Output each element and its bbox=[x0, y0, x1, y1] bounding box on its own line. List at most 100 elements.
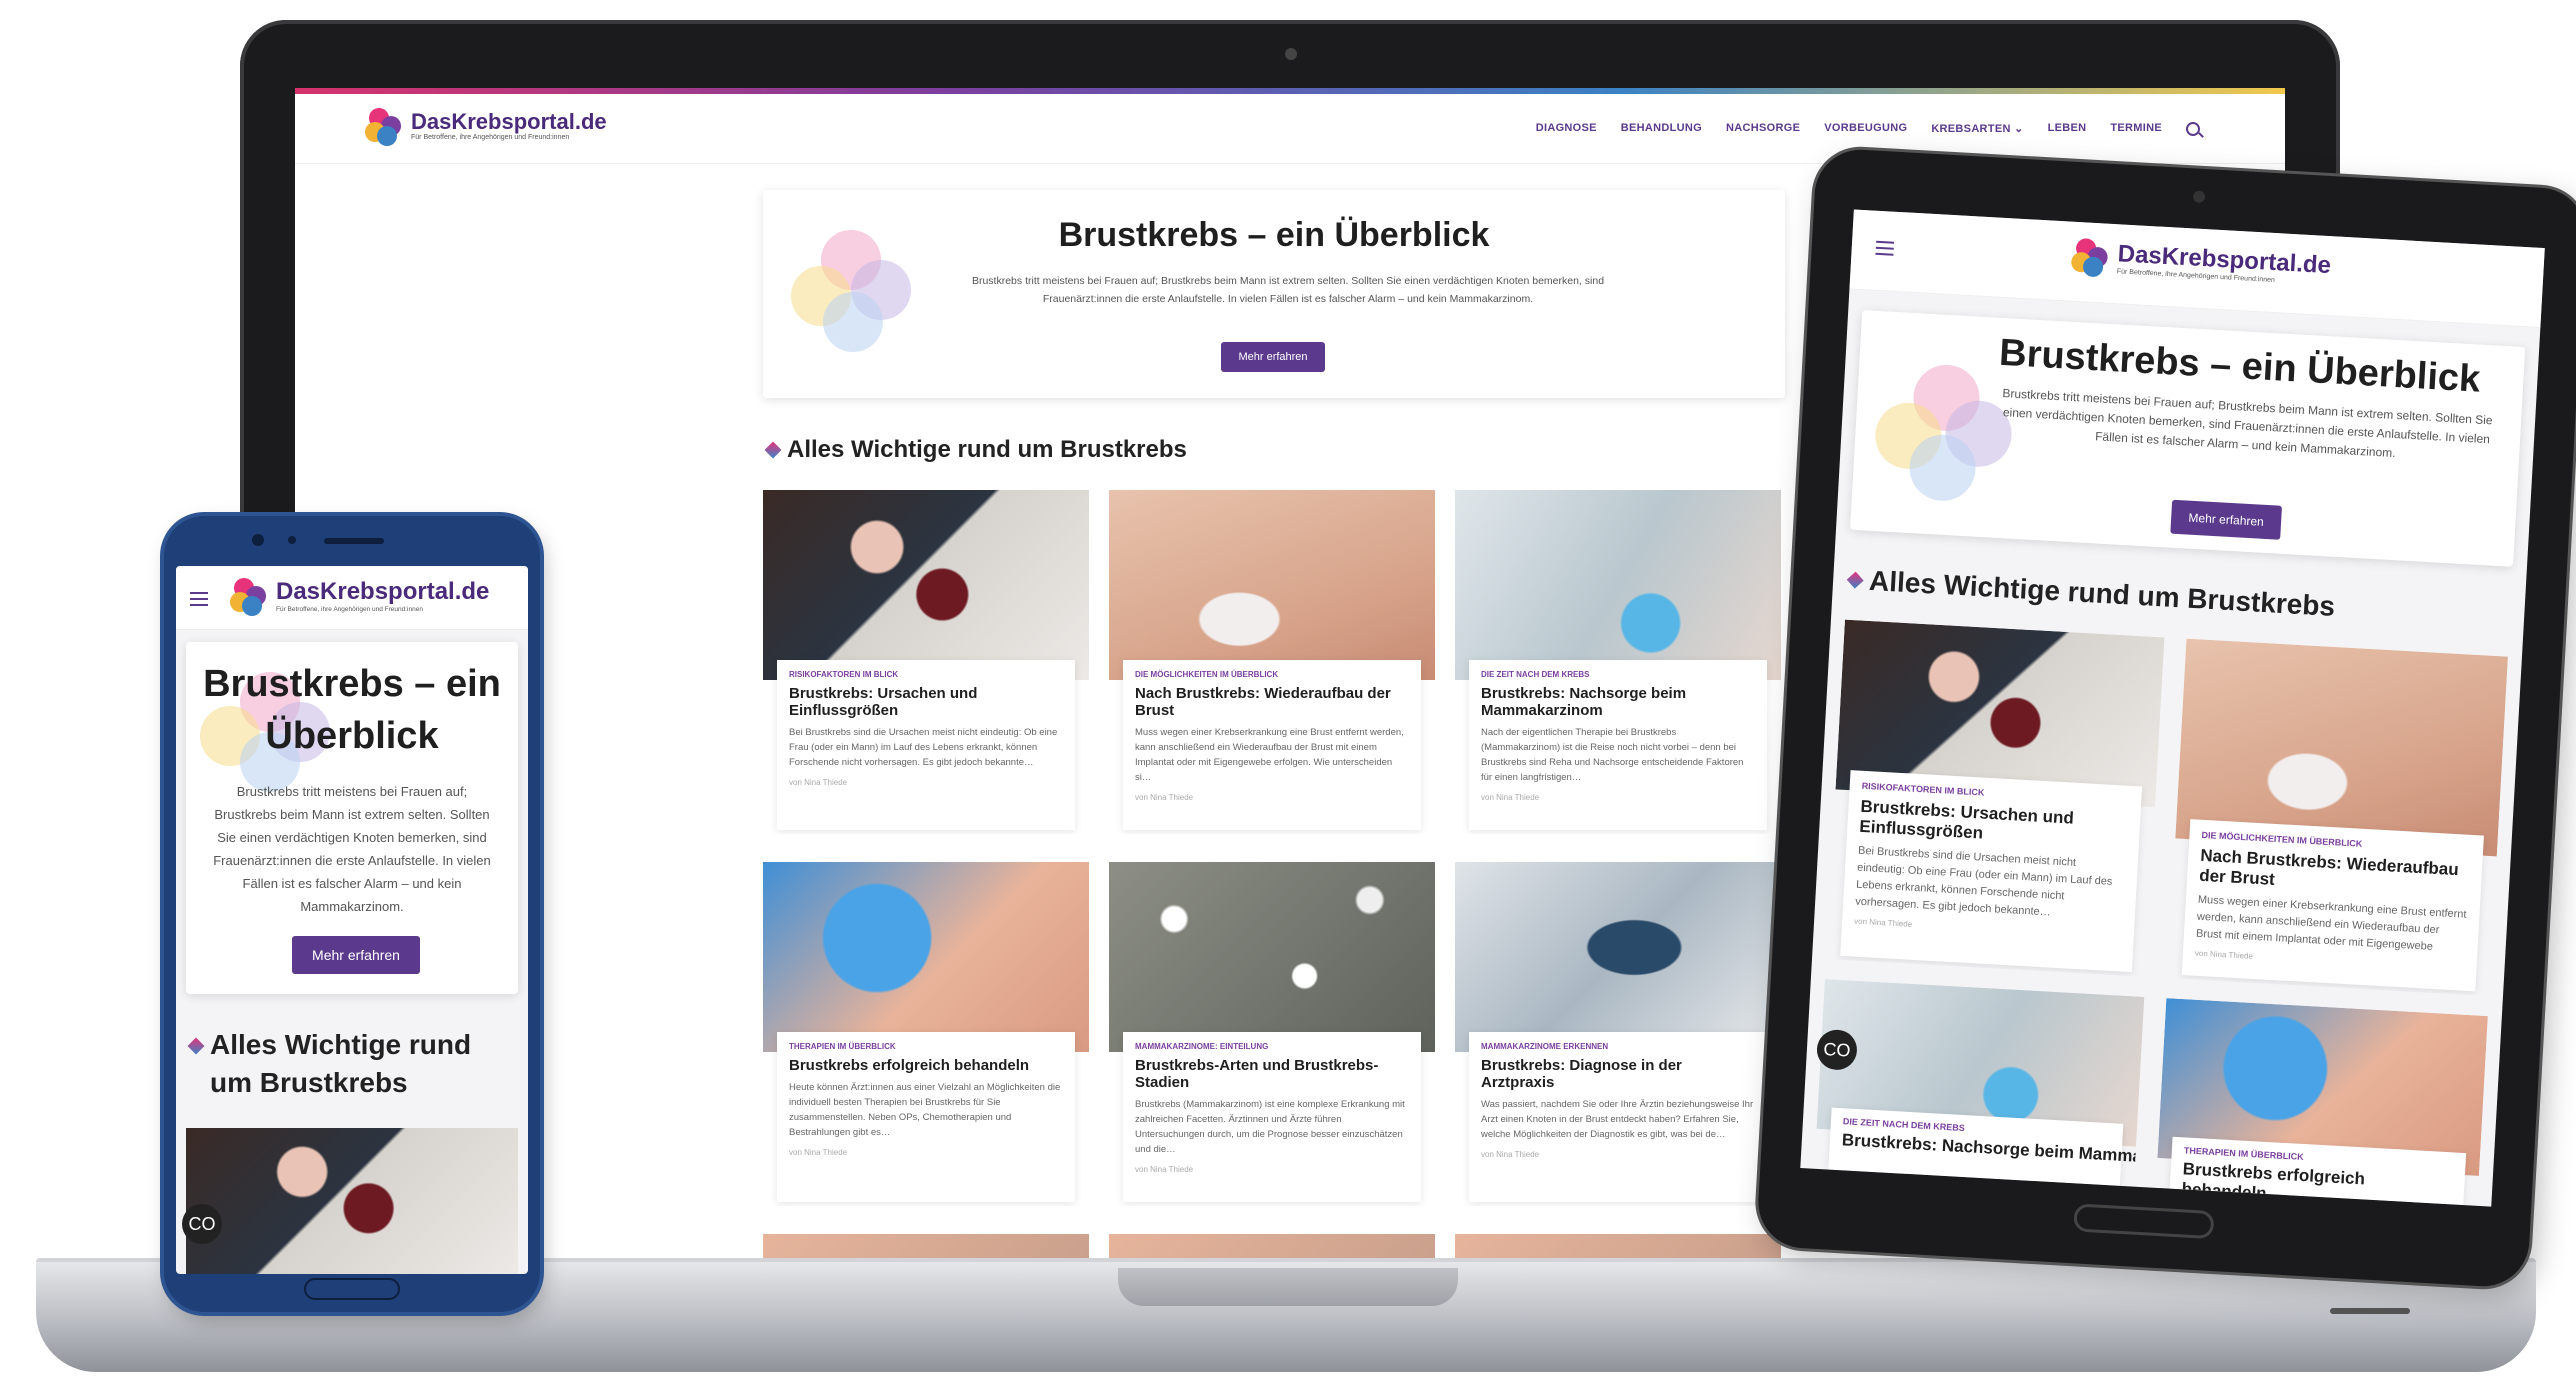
card-image bbox=[763, 862, 1089, 1052]
card-text: Brustkrebs (Mammakarzinom) ist eine komp… bbox=[1135, 1099, 1405, 1155]
phone-header: DasKrebsportal.de Für Betroffene, ihre A… bbox=[176, 566, 528, 630]
card-image bbox=[1109, 1234, 1435, 1260]
phone-frame: DasKrebsportal.de Für Betroffene, ihre A… bbox=[164, 516, 540, 1312]
hero-text: Brustkrebs tritt meistens bei Frauen auf… bbox=[213, 784, 491, 914]
tablet-camera bbox=[2192, 190, 2206, 204]
card-kicker: THERAPIEN IM ÜBERBLICK bbox=[789, 1042, 896, 1051]
section-title-text: Alles Wichtige rund um Brustkrebs bbox=[210, 1029, 472, 1098]
hero-text: Brustkrebs tritt meistens bei Frauen auf… bbox=[971, 275, 1605, 305]
nav-diagnose[interactable]: DIAGNOSE bbox=[1536, 122, 1597, 136]
card-text: Bei Brustkrebs sind die Ursachen meist n… bbox=[789, 727, 1058, 768]
hero-more-button[interactable]: Mehr erfahren bbox=[1221, 342, 1325, 372]
card-kicker: RISIKOFAKTOREN IM BLICK bbox=[789, 670, 899, 679]
card-image bbox=[186, 1128, 518, 1274]
card-author: von Nina Thiede bbox=[1481, 793, 1540, 802]
laptop-trackpad-notch bbox=[1118, 1268, 1458, 1306]
card-kicker: DIE MÖGLICHKEITEN IM ÜBERBLICK bbox=[1135, 670, 1279, 679]
chevron-down-icon: ⌄ bbox=[2014, 123, 2024, 135]
card-title[interactable]: Nach Brustkrebs: Wiederaufbau der Brust bbox=[2199, 846, 2471, 901]
phone-screen: DasKrebsportal.de Für Betroffene, ihre A… bbox=[176, 566, 528, 1274]
section-title: Alles Wichtige rund um Brustkrebs bbox=[1846, 564, 2336, 623]
site-header: DasKrebsportal.de Für Betroffene, ihre A… bbox=[295, 94, 2285, 164]
logo-name: DasKrebsportal.de bbox=[276, 578, 490, 605]
card-kicker: DIE ZEIT NACH DEM KREBS bbox=[1481, 670, 1590, 679]
card-title[interactable]: Nach Brustkrebs: Wiederaufbau der Brust bbox=[1135, 685, 1409, 719]
logo-tagline: Für Betroffene, ihre Angehörigen und Fre… bbox=[276, 606, 423, 613]
diamond-icon bbox=[187, 1037, 205, 1055]
article-card[interactable]: THERAPIEN IM ÜBERBLICK Brustkrebs erfolg… bbox=[763, 862, 1089, 1206]
tablet-frame: DasKrebsportal.de Für Betroffene, ihre A… bbox=[1755, 147, 2576, 1289]
tablet-screen: DasKrebsportal.de Für Betroffene, ihre A… bbox=[1800, 209, 2545, 1207]
logo-mark-icon bbox=[365, 108, 403, 146]
nav-behandlung[interactable]: BEHANDLUNG bbox=[1621, 122, 1702, 136]
article-card[interactable]: DIE MÖGLICHKEITEN IM ÜBERBLICK Nach Brus… bbox=[1109, 490, 1435, 834]
nav-termine[interactable]: TERMINE bbox=[2110, 122, 2162, 136]
article-card[interactable]: MAMMAKARZINOME: EINTEILUNG Brustkrebs-Ar… bbox=[1109, 862, 1435, 1206]
card-title[interactable]: Brustkrebs: Ursachen und Einflussgrößen bbox=[789, 685, 1063, 719]
card-text: Nach der eigentlichen Therapie bei Brust… bbox=[1481, 727, 1744, 783]
phone-logo[interactable]: DasKrebsportal.de Für Betroffene, ihre A… bbox=[230, 578, 489, 616]
card-author: von Nina Thiede bbox=[1135, 793, 1194, 802]
card-image bbox=[1109, 490, 1435, 680]
section-title-text: Alles Wichtige rund um Brustkrebs bbox=[1868, 564, 2336, 622]
tablet-home-button[interactable] bbox=[2073, 1203, 2215, 1240]
card-title[interactable]: Brustkrebs: Ursachen und Einflussgrößen bbox=[1859, 797, 2129, 852]
card-title[interactable]: Brustkrebs: Nachsorge beim Mammakarzinom bbox=[1481, 685, 1755, 719]
article-card[interactable]: DIE ZEIT NACH DEM KREBS Brustkrebs: Nach… bbox=[1814, 979, 2145, 1187]
section-title: Alles Wichtige rund um Brustkrebs bbox=[187, 1026, 510, 1102]
diamond-icon bbox=[1846, 571, 1864, 589]
site-logo[interactable]: DasKrebsportal.de Für Betroffene, ihre A… bbox=[365, 108, 607, 146]
nav-leben[interactable]: LEBEN bbox=[2048, 122, 2087, 136]
card-text: Heute können Ärzt:innen aus einer Vielza… bbox=[789, 1082, 1061, 1138]
article-card[interactable]: RISIKOFAKTOREN IM BLICK Brustkrebs: Ursa… bbox=[763, 490, 1089, 834]
card-title[interactable]: Brustkrebs: Diagnose in der Arztpraxis bbox=[1481, 1057, 1755, 1091]
phone-home-button[interactable] bbox=[304, 1278, 400, 1300]
hero-title: Brustkrebs – ein Überblick bbox=[203, 663, 501, 757]
logo-mark-icon bbox=[2070, 237, 2111, 278]
card-text: Was passiert, nachdem Sie oder Ihre Ärzt… bbox=[1481, 1099, 1754, 1140]
logo-mark-icon bbox=[230, 578, 268, 616]
card-author: von Nina Thiede bbox=[1481, 1150, 1540, 1159]
article-card[interactable]: RISIKOFAKTOREN IM BLICK Brustkrebs: Ursa… bbox=[1826, 619, 2165, 977]
phone-hero-card: Brustkrebs – ein Überblick Brustkrebs tr… bbox=[186, 642, 518, 994]
hero-more-button[interactable]: Mehr erfahren bbox=[2170, 499, 2283, 540]
hero-card: Brustkrebs – ein Überblick Brustkrebs tr… bbox=[763, 190, 1785, 398]
card-kicker: MAMMAKARZINOME: EINTEILUNG bbox=[1135, 1042, 1269, 1051]
article-card[interactable]: THERAPIEN IM ÜBERBLICK Brustkrebs erfolg… bbox=[2156, 998, 2488, 1206]
phone-speaker bbox=[324, 538, 384, 544]
card-author: von Nina Thiede bbox=[789, 778, 848, 787]
card-image bbox=[1109, 862, 1435, 1052]
nav-krebsarten-label: KREBSARTEN bbox=[1931, 123, 2011, 135]
logo-tagline: Für Betroffene, ihre Angehörigen und Fre… bbox=[411, 134, 570, 141]
laptop-vent bbox=[2330, 1308, 2410, 1314]
hero-title: Brustkrebs – ein Überblick bbox=[1058, 216, 1490, 254]
search-icon[interactable] bbox=[2186, 122, 2200, 136]
cookie-settings-button[interactable]: CO bbox=[182, 1204, 222, 1244]
menu-icon[interactable] bbox=[190, 592, 208, 606]
card-text: Bei Brustkrebs sind die Ursachen meist n… bbox=[1854, 844, 2113, 919]
article-card[interactable]: MAMMAKARZINOME ERKENNEN Brustkrebs: Diag… bbox=[1455, 862, 1781, 1206]
hero-more-button[interactable]: Mehr erfahren bbox=[292, 936, 420, 974]
nav-vorbeugung[interactable]: VORBEUGUNG bbox=[1824, 122, 1907, 136]
card-image bbox=[1455, 862, 1781, 1052]
card-image bbox=[763, 1234, 1089, 1260]
phone-camera bbox=[252, 534, 264, 546]
card-kicker: MAMMAKARZINOME ERKENNEN bbox=[1481, 1042, 1609, 1051]
card-title[interactable]: Brustkrebs erfolgreich behandeln bbox=[789, 1057, 1063, 1074]
article-card[interactable]: DIE ZEIT NACH DEM KREBS Brustkrebs: Nach… bbox=[1455, 490, 1781, 834]
article-card[interactable]: DIE MÖGLICHKEITEN IM ÜBERBLICK Nach Brus… bbox=[2167, 638, 2508, 996]
tablet-header: DasKrebsportal.de Für Betroffene, ihre A… bbox=[1849, 209, 2545, 328]
card-title[interactable]: Brustkrebs-Arten und Brustkrebs-Stadien bbox=[1135, 1057, 1409, 1091]
card-image bbox=[763, 490, 1089, 680]
tablet-logo[interactable]: DasKrebsportal.de Für Betroffene, ihre A… bbox=[2070, 237, 2332, 290]
card-author: von Nina Thiede bbox=[1135, 1165, 1194, 1174]
card-text: Muss wegen einer Krebserkrankung eine Br… bbox=[1135, 727, 1404, 783]
nav-nachsorge[interactable]: NACHSORGE bbox=[1726, 122, 1800, 136]
card-image bbox=[1455, 1234, 1781, 1260]
nav-krebsarten[interactable]: KREBSARTEN ⌄ bbox=[1931, 122, 2023, 136]
section-title-text: Alles Wichtige rund um Brustkrebs bbox=[787, 436, 1187, 463]
phone-sensor bbox=[288, 536, 296, 544]
card-image bbox=[1455, 490, 1781, 680]
card-author: von Nina Thiede bbox=[789, 1148, 848, 1157]
menu-icon[interactable] bbox=[1875, 240, 1895, 256]
